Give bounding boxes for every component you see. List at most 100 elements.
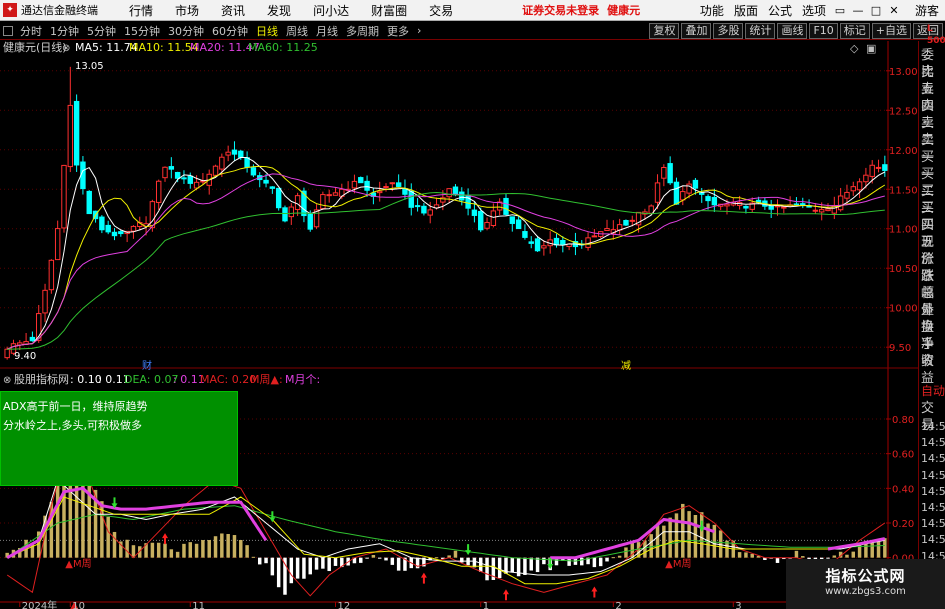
- sub-legend-mac: MAC: 0.20: [200, 373, 256, 386]
- candle-body: [452, 186, 459, 196]
- menu-wenxiaoda[interactable]: 问小达: [313, 2, 349, 19]
- candle-body: [326, 194, 332, 197]
- period-1min[interactable]: 1分钟: [50, 23, 79, 39]
- hist-bar: [201, 540, 205, 558]
- candle-body: [118, 231, 124, 235]
- price-tick-label: 11.50: [889, 185, 918, 196]
- period-5min[interactable]: 5分钟: [87, 23, 116, 39]
- candle-body: [515, 219, 522, 230]
- period-multi[interactable]: 多周期: [346, 23, 379, 39]
- minimize-icon[interactable]: —: [849, 4, 867, 17]
- candle-body: [80, 161, 86, 190]
- hist-bar: [106, 516, 110, 558]
- candle-body: [275, 187, 282, 209]
- white-line: [6, 478, 885, 576]
- period-weekly[interactable]: 周线: [286, 23, 308, 39]
- maximize-icon[interactable]: □: [867, 4, 885, 17]
- btn-f10[interactable]: F10: [809, 22, 838, 39]
- auto-trade-header[interactable]: 自动: [921, 383, 945, 400]
- btn-zixuan[interactable]: +自选: [871, 22, 911, 39]
- menu-xuanxiang[interactable]: 选项: [802, 2, 826, 19]
- menu-banmian[interactable]: 版面: [734, 2, 758, 19]
- candle-body: [534, 238, 541, 252]
- hist-bar: [251, 556, 256, 558]
- period-fenshi[interactable]: 分时: [20, 23, 42, 39]
- candle-body: [484, 222, 490, 229]
- candle-body: [522, 231, 528, 238]
- hist-bar: [460, 557, 464, 563]
- btn-tongji[interactable]: 统计: [745, 22, 776, 39]
- period-more[interactable]: 更多: [387, 23, 409, 39]
- sub-legend-icon: ⊗: [3, 375, 11, 386]
- sub-legend-mweek: M周▲:: [250, 373, 283, 386]
- btn-duogu[interactable]: 多股: [713, 22, 744, 39]
- period-30min[interactable]: 30分钟: [168, 23, 204, 39]
- btn-biaoji[interactable]: 标记: [839, 22, 870, 39]
- menu-faxian[interactable]: 发现: [267, 2, 291, 19]
- buy-arrow-icon: [591, 586, 598, 598]
- menu-hangqing[interactable]: 行情: [129, 2, 153, 19]
- hist-bar: [308, 557, 312, 575]
- hist-bar: [478, 557, 483, 572]
- btn-diejia[interactable]: 叠加: [681, 22, 712, 39]
- sub-legend-title: 股朋指标网: [14, 372, 69, 386]
- menu-zixun[interactable]: 资讯: [221, 2, 245, 19]
- candle-body: [882, 164, 888, 171]
- hist-bar: [163, 543, 167, 558]
- hist-bar: [718, 530, 723, 558]
- menu-jiaoyi[interactable]: 交易: [429, 2, 453, 19]
- btn-huaxian[interactable]: 画线: [777, 22, 808, 39]
- hist-bar: [794, 550, 799, 558]
- toolbar-checkbox-icon[interactable]: [3, 25, 13, 36]
- legend-ma60: MA60: 11.25: [248, 41, 318, 54]
- date-tick-label: 2: [615, 601, 621, 609]
- menu-gongshi[interactable]: 公式: [768, 2, 792, 19]
- hist-bar: [535, 557, 540, 573]
- candle-body: [219, 156, 225, 170]
- app-logo-icon: ✦: [3, 3, 17, 17]
- period-toolbar: 分时 1分钟 5分钟 15分钟 30分钟 60分钟 日线 周线 月线 多周期 更…: [0, 22, 945, 40]
- login-notice[interactable]: 证券交易未登录: [522, 2, 599, 18]
- period-monthly[interactable]: 月线: [316, 23, 338, 39]
- ma-lines: [7, 156, 886, 350]
- candle-body: [42, 289, 48, 314]
- btn-fuquan[interactable]: 复权: [649, 22, 680, 39]
- candle-body: [238, 150, 244, 158]
- chart-area[interactable]: 9.5010.0010.5011.0011.5012.0012.5013.00 …: [0, 41, 918, 609]
- hist-bar: [744, 552, 748, 558]
- hist-bar: [617, 555, 622, 558]
- restore-icon[interactable]: ▭: [831, 4, 849, 17]
- hist-bar: [289, 557, 294, 584]
- candle-body: [844, 191, 850, 199]
- close-icon[interactable]: ✕: [885, 4, 903, 17]
- candle-body: [863, 174, 869, 183]
- hist-bar: [611, 557, 616, 559]
- candle-body: [130, 225, 137, 232]
- candle-body: [743, 205, 749, 209]
- period-daily[interactable]: 日线: [256, 23, 278, 39]
- candle-body: [307, 213, 313, 230]
- candle-body: [869, 164, 875, 177]
- more-chevron-icon[interactable]: ›: [417, 24, 421, 37]
- menu-caifuquan[interactable]: 财富圈: [371, 2, 407, 19]
- date-axis: 2024年 10 11 12 1 2 3: [0, 599, 888, 609]
- menu-gongneng[interactable]: 功能: [700, 2, 724, 19]
- hist-bar: [529, 557, 533, 571]
- collapse-icon[interactable]: ▣: [866, 42, 876, 55]
- hist-bar: [668, 517, 672, 558]
- trade-time-5: 14:56: [921, 501, 945, 514]
- hist-bar: [182, 543, 186, 558]
- candle-body: [269, 186, 276, 189]
- period-60min[interactable]: 60分钟: [212, 23, 248, 39]
- candle-body: [875, 166, 882, 169]
- quote-badge[interactable]: L 500: [927, 23, 945, 47]
- menu-shichang[interactable]: 市场: [175, 2, 199, 19]
- candle-body: [383, 186, 389, 189]
- hist-bar: [371, 555, 376, 558]
- diamond-icon[interactable]: ◇: [850, 42, 859, 55]
- period-15min[interactable]: 15分钟: [124, 23, 160, 39]
- hist-bar: [775, 557, 780, 563]
- guest-user[interactable]: 游客: [915, 2, 939, 19]
- hist-bar: [175, 551, 180, 558]
- top-stock-name: 健康元: [607, 4, 641, 17]
